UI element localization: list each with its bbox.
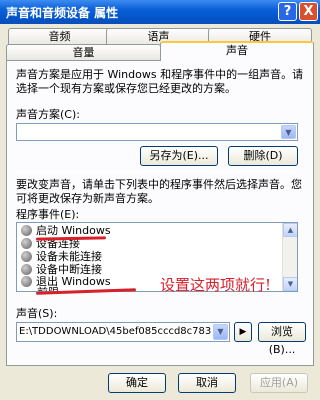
sound-file-select[interactable]: E:\TDDOWNLOAD\45bef085cccd8c783 ▼ <box>16 322 230 342</box>
chevron-down-icon[interactable]: ▼ <box>213 324 228 340</box>
close-button[interactable]: X <box>299 2 318 21</box>
speaker-icon <box>21 238 32 249</box>
tab-volume[interactable]: 音量 <box>6 44 161 61</box>
divider <box>16 172 298 173</box>
events-label: 程序事件(E): <box>16 208 80 221</box>
help-button[interactable]: ? <box>278 2 297 21</box>
scroll-down-icon[interactable]: ▼ <box>283 277 297 291</box>
change-note: 要改变声音，请单击下列表中的程序事件然后选择声音。您可将更改保存为新声音方案。 <box>16 178 302 205</box>
cancel-button[interactable]: 取消 <box>178 373 236 393</box>
scroll-up-icon[interactable]: ▲ <box>283 223 297 237</box>
browse-button[interactable]: 浏览(B)... <box>258 322 306 356</box>
speaker-icon <box>21 276 32 287</box>
event-label: 启动 Windows <box>36 224 111 237</box>
event-label: 设备未能连接 <box>36 250 102 263</box>
apply-button[interactable]: 应用(A) <box>250 373 308 393</box>
sound-file-value: E:\TDDOWNLOAD\45bef085cccd8c783 <box>19 326 212 337</box>
scheme-label: 声音方案(C): <box>16 108 80 121</box>
delete-button[interactable]: 删除(D) <box>228 146 298 166</box>
list-item[interactable]: 退出 Windows <box>21 275 111 289</box>
save-as-button[interactable]: 另存为(E)... <box>140 146 218 166</box>
speaker-icon <box>21 251 32 262</box>
intro-text: 声音方案是应用于 Windows 和程序事件中的一组声音。请选择一个现有方案或保… <box>16 68 304 95</box>
list-item[interactable]: 设备未能连接 <box>21 250 102 264</box>
scheme-select[interactable]: ▼ <box>16 123 298 141</box>
sound-label: 声音(S): <box>16 307 58 320</box>
play-icon: ▶ <box>239 327 247 337</box>
window-title: 声音和音频设备 属性 <box>6 6 119 20</box>
play-button[interactable]: ▶ <box>234 322 252 342</box>
speaker-icon <box>21 225 32 236</box>
chevron-down-icon[interactable]: ▼ <box>281 125 296 139</box>
title-bar: 声音和音频设备 属性 <box>0 0 320 24</box>
speaker-icon <box>21 264 32 275</box>
ok-button[interactable]: 确定 <box>108 373 166 393</box>
annotation-text: 设置这两项就行! <box>160 276 272 294</box>
scrollbar[interactable]: ▲ ▼ <box>282 223 297 291</box>
tab-sounds[interactable]: 声音 <box>160 41 314 61</box>
